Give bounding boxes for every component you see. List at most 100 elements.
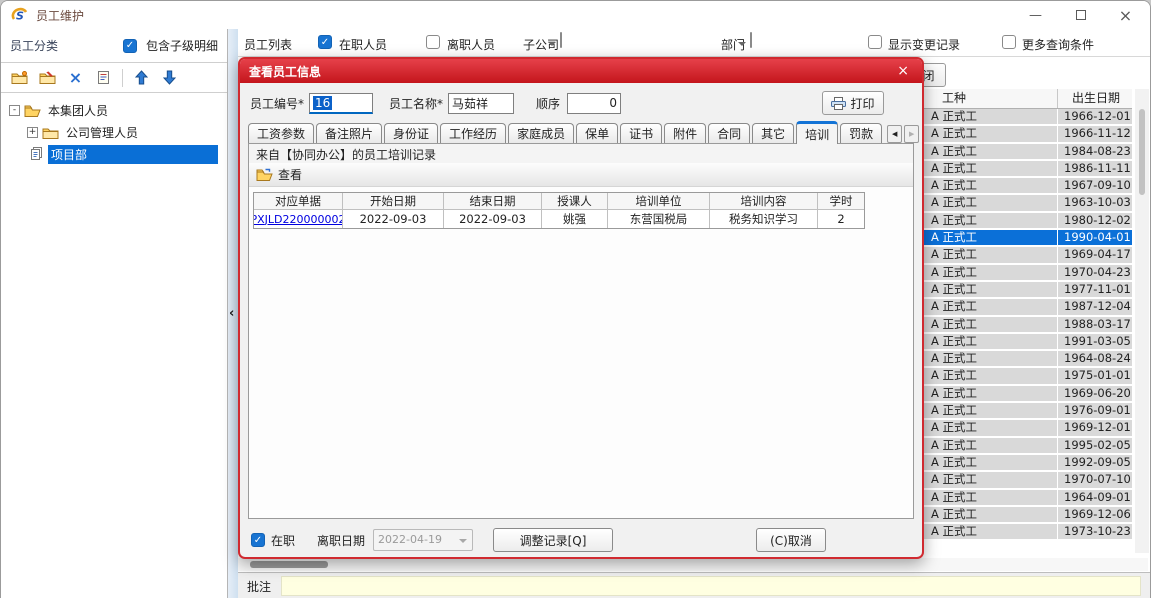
vertical-scrollbar[interactable] [1135, 89, 1149, 553]
training-column-header[interactable]: 对应单据 [254, 193, 343, 210]
training-cell: 2022-09-03 [343, 210, 444, 228]
birthdate-cell: 1970-04-23 [1058, 265, 1132, 282]
more-query-checkbox[interactable] [1002, 35, 1016, 49]
birthdate-cell: 1986-11-11 [1058, 161, 1132, 178]
collapse-node-icon[interactable]: - [9, 105, 20, 116]
new-folder-icon[interactable] [10, 68, 29, 87]
move-up-icon[interactable] [132, 68, 151, 87]
adjust-records-button[interactable]: 调整记录[Q] [493, 528, 613, 552]
training-cell: 2 [818, 210, 864, 228]
folder-open-icon [24, 104, 41, 117]
birthdate-cell: 1969-04-17 [1058, 247, 1132, 264]
active-staff-checkbox[interactable]: ✓ [318, 35, 332, 49]
toolbar-divider [122, 69, 123, 87]
dialog-fields-row: 员工编号* 16 员工名称* 马茹祥 顺序 0 打印 [240, 91, 922, 115]
horizontal-scrollbar[interactable] [238, 558, 1148, 571]
left-staff-checkbox[interactable] [426, 35, 440, 49]
include-sub-checkbox[interactable]: ✓ [123, 39, 137, 53]
panel-splitter[interactable]: ‹ [228, 29, 238, 598]
tree-item[interactable]: - 本集团人员 [1, 99, 227, 121]
document-link[interactable]: PXJLD220000002 [254, 213, 343, 226]
open-folder-icon [256, 168, 273, 181]
app-window: S 员工维护 — × 员工分类 ✓ 包含子级明细 × -本集团人员+公司管理人员… [0, 0, 1151, 598]
leave-date-select[interactable]: 2022-04-19 [373, 529, 473, 551]
collapse-panel-icon[interactable]: ‹ [229, 307, 234, 320]
training-column-header[interactable]: 结束日期 [444, 193, 542, 210]
sidebar-header: 员工分类 ✓ 包含子级明细 [1, 29, 227, 63]
birthdate-cell: 1991-03-05 [1058, 334, 1132, 351]
leave-date-label: 离职日期 [317, 532, 365, 549]
chevron-down-icon [459, 539, 467, 543]
note-icon[interactable] [94, 68, 113, 87]
subsidiary-select[interactable] [560, 32, 562, 48]
birthdate-cell: 1992-09-05 [1058, 455, 1132, 472]
dialog-tab[interactable]: 工资参数 [248, 123, 314, 143]
view-button[interactable]: 查看 [278, 166, 302, 183]
close-window-button[interactable]: × [1103, 1, 1148, 29]
training-table-row: PXJLD2200000022022-09-032022-09-03姚强东营国税… [254, 210, 864, 228]
edit-folder-icon[interactable] [38, 68, 57, 87]
order-label: 顺序 [536, 95, 560, 112]
emp-no-label: 员工编号* [250, 95, 304, 112]
dialog-tab[interactable]: 备注照片 [316, 123, 382, 143]
dialog-tab[interactable]: 培训 [796, 121, 838, 144]
minimize-button[interactable]: — [1013, 1, 1058, 29]
tab-scroll-right-icon[interactable]: ▶ [904, 125, 919, 143]
birthdate-cell: 1984-08-23 [1058, 144, 1132, 161]
employee-list-label: 员工列表 [244, 36, 292, 53]
expand-node-icon[interactable]: + [27, 127, 38, 138]
dialog-close-button[interactable]: × [893, 63, 913, 79]
show-change-checkbox[interactable] [868, 35, 882, 49]
dialog-titlebar[interactable]: 查看员工信息 × [240, 59, 922, 83]
emp-name-input[interactable]: 马茹祥 [448, 93, 514, 114]
column-header-birthdate[interactable]: 出生日期 [1058, 89, 1132, 108]
training-column-header[interactable]: 授课人 [542, 193, 608, 210]
delete-icon[interactable]: × [66, 68, 85, 87]
move-down-icon[interactable] [160, 68, 179, 87]
birthdate-cell: 1964-08-24 [1058, 351, 1132, 368]
dialog-tab[interactable]: 身份证 [384, 123, 438, 143]
birthdate-cell: 1964-09-01 [1058, 490, 1132, 507]
training-cell: 东营国税局 [608, 210, 710, 228]
dialog-tab[interactable]: 附件 [664, 123, 706, 143]
tab-scroll-left-icon[interactable]: ◀ [887, 125, 902, 143]
chevron-down-icon [738, 42, 746, 46]
dialog-tab[interactable]: 其它 [752, 123, 794, 143]
dialog-tab[interactable]: 合同 [708, 123, 750, 143]
dialog-tab[interactable]: 工作经历 [440, 123, 506, 143]
emp-no-value: 16 [313, 96, 332, 110]
scrollbar-thumb[interactable] [250, 561, 328, 568]
tree-item[interactable]: + 公司管理人员 [1, 121, 227, 143]
training-column-header[interactable]: 培训内容 [710, 193, 818, 210]
department-select[interactable] [750, 32, 752, 48]
training-column-header[interactable]: 培训单位 [608, 193, 710, 210]
dialog-tab[interactable]: 证书 [620, 123, 662, 143]
print-button[interactable]: 打印 [822, 91, 884, 115]
training-toolbar: 查看 [249, 163, 913, 187]
birthdate-cell: 1970-07-10 [1058, 472, 1132, 489]
tree-item-label[interactable]: 本集团人员 [45, 101, 111, 120]
birthdate-cell: 1976-09-01 [1058, 403, 1132, 420]
birthdate-cell: 1963-10-03 [1058, 195, 1132, 212]
training-cell[interactable]: PXJLD220000002 [254, 210, 343, 228]
tree-item[interactable]: 项目部 [1, 143, 227, 165]
emp-name-label: 员工名称* [389, 95, 443, 112]
scrollbar-thumb[interactable] [1139, 109, 1145, 195]
dialog-tab[interactable]: 保单 [576, 123, 618, 143]
cancel-button[interactable]: (C)取消 [756, 528, 826, 552]
maximize-button[interactable] [1058, 1, 1103, 29]
emp-no-input[interactable]: 16 [309, 93, 373, 114]
dialog-tab[interactable]: 家庭成员 [508, 123, 574, 143]
birthdate-cell: 1990-04-01 [1058, 230, 1132, 247]
filter-bar: 员工列表 ✓ 在职人员 离职人员 子公司 部门 显示变更记录 更多查询条件 [238, 29, 1150, 57]
tree-item-label[interactable]: 项目部 [48, 145, 218, 164]
show-change-label: 显示变更记录 [888, 36, 960, 53]
dialog-tab[interactable]: 罚款 [840, 123, 882, 143]
order-input[interactable]: 0 [567, 93, 621, 114]
tree-item-label[interactable]: 公司管理人员 [63, 123, 141, 142]
employed-checkbox[interactable]: ✓ [251, 533, 265, 547]
training-column-header[interactable]: 开始日期 [343, 193, 444, 210]
training-table-body: PXJLD2200000022022-09-032022-09-03姚强东营国税… [254, 210, 864, 228]
training-column-header[interactable]: 学时 [818, 193, 864, 210]
note-input[interactable] [281, 576, 1141, 596]
